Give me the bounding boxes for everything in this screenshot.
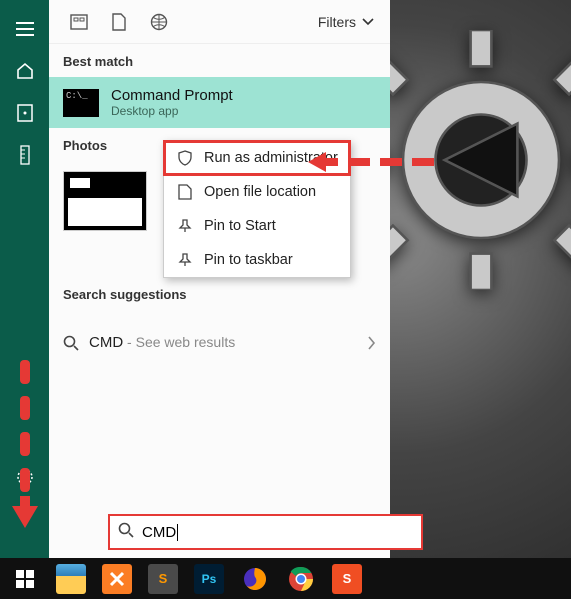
- taskbar-app-snagit[interactable]: S: [324, 559, 370, 599]
- suggestion-extra: - See web results: [123, 334, 235, 350]
- search-icon: [63, 335, 79, 351]
- filters-label: Filters: [318, 14, 356, 30]
- menu-icon[interactable]: [1, 8, 49, 50]
- pin-icon: [176, 217, 194, 235]
- taskbar-app-xampp[interactable]: [94, 559, 140, 599]
- taskbar-app-photoshop[interactable]: Ps: [186, 559, 232, 599]
- start-button[interactable]: [2, 559, 48, 599]
- home-icon[interactable]: [1, 50, 49, 92]
- photo-result-thumb[interactable]: [63, 171, 147, 231]
- documents-filter-icon[interactable]: [99, 2, 139, 42]
- recent-icon[interactable]: [1, 92, 49, 134]
- taskbar-app-chrome[interactable]: [278, 559, 324, 599]
- annotation-arrow-horizontal: [308, 152, 438, 172]
- apps-filter-icon[interactable]: [59, 2, 99, 42]
- menu-pin-to-taskbar[interactable]: Pin to taskbar: [164, 243, 350, 277]
- best-match-result[interactable]: C:\_ Command Prompt Desktop app: [49, 77, 390, 128]
- search-top-row: Filters: [49, 0, 390, 44]
- best-match-title: Command Prompt: [111, 87, 233, 104]
- text-caret: [177, 524, 178, 541]
- cmd-thumbnail: C:\_: [63, 89, 99, 117]
- start-search-panel: Filters Best match C:\_ Command Prompt D…: [0, 0, 390, 558]
- best-match-subtitle: Desktop app: [111, 104, 233, 118]
- file-icon: [176, 183, 194, 201]
- menu-open-file-location[interactable]: Open file location: [164, 175, 350, 209]
- web-suggestion-row[interactable]: CMD - See web results: [63, 324, 376, 361]
- shield-icon: [176, 149, 194, 167]
- pin-icon: [176, 251, 194, 269]
- best-match-heading: Best match: [49, 44, 390, 77]
- menu-pin-to-start[interactable]: Pin to Start: [164, 209, 350, 243]
- filters-dropdown[interactable]: Filters: [312, 10, 380, 34]
- search-suggestions-heading: Search suggestions: [49, 277, 390, 310]
- taskbar-app-firefox[interactable]: [232, 559, 278, 599]
- search-icon: [118, 522, 134, 543]
- ruler-icon[interactable]: [1, 134, 49, 176]
- suggestion-term: CMD: [89, 334, 123, 351]
- taskbar-app-sublime[interactable]: S: [140, 559, 186, 599]
- search-main: Filters Best match C:\_ Command Prompt D…: [49, 0, 390, 558]
- chevron-right-icon: [368, 336, 376, 350]
- web-filter-icon[interactable]: [139, 2, 179, 42]
- search-input-box[interactable]: CMD: [108, 514, 423, 550]
- annotation-arrow-vertical: [10, 360, 40, 530]
- menu-label: Pin to taskbar: [204, 252, 293, 268]
- chevron-down-icon: [362, 18, 374, 26]
- menu-label: Open file location: [204, 184, 316, 200]
- search-input-value: CMD: [142, 524, 176, 541]
- taskbar: S Ps S: [0, 558, 571, 599]
- taskbar-app-explorer[interactable]: [48, 559, 94, 599]
- menu-label: Pin to Start: [204, 218, 276, 234]
